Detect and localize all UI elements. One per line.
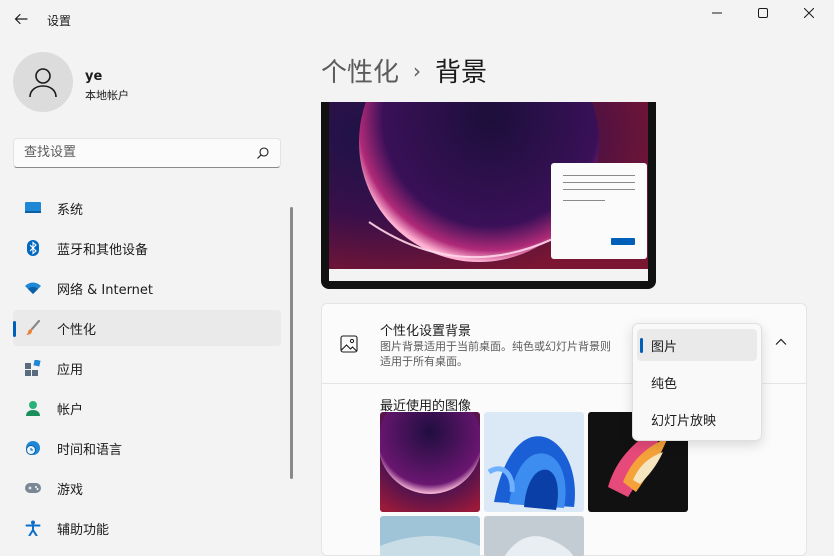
minimize-icon — [712, 12, 722, 14]
sidebar-item-label: 游戏 — [57, 482, 84, 498]
sidebar-item-label: 辅助功能 — [57, 522, 110, 538]
search-input[interactable] — [24, 145, 244, 160]
title-bar: 设置 — [0, 0, 834, 40]
background-type-dropdown[interactable]: 图片 纯色 幻灯片放映 — [632, 323, 762, 441]
recent-image-thumbnail[interactable] — [484, 516, 584, 556]
account-icon — [25, 400, 41, 416]
breadcrumb-separator: › — [413, 58, 422, 83]
sidebar-item-accounts[interactable]: 帐户 — [13, 390, 281, 426]
sidebar-item-personalization[interactable]: 个性化 — [13, 310, 281, 346]
chevron-up-icon[interactable] — [774, 337, 788, 347]
account-type: 本地帐户 — [85, 89, 129, 102]
apps-icon — [25, 360, 41, 376]
sidebar-item-network[interactable]: 网络 & Internet — [13, 270, 281, 306]
recent-image-thumbnail[interactable] — [484, 412, 584, 512]
sidebar-scrollbar[interactable] — [290, 207, 293, 479]
dropdown-option-slideshow[interactable]: 幻灯片放映 — [637, 403, 757, 435]
sidebar-nav: 系统 蓝牙和其他设备 网络 & Internet 个性化 应用 帐户 时间和语言… — [13, 190, 281, 550]
gamepad-icon — [25, 480, 41, 496]
sidebar-item-label: 帐户 — [57, 402, 84, 418]
recent-image-thumbnail[interactable] — [380, 412, 480, 512]
breadcrumb-parent[interactable]: 个性化 — [321, 52, 399, 89]
sidebar-item-label: 网络 & Internet — [57, 282, 154, 298]
preview-window-button — [611, 238, 635, 245]
page-title: 背景 — [435, 58, 488, 88]
close-icon — [804, 8, 814, 18]
search-icon[interactable] — [256, 146, 270, 160]
preview-taskbar — [329, 269, 648, 281]
accessibility-icon — [25, 520, 41, 536]
back-arrow-icon — [14, 13, 28, 25]
sidebar-item-system[interactable]: 系统 — [13, 190, 281, 226]
card-description: 图片背景适用于当前桌面。纯色或幻灯片背景则适用于所有桌面。 — [380, 340, 611, 368]
person-icon — [29, 68, 57, 98]
breadcrumb: 个性化 › 背景 — [321, 52, 487, 89]
preview-window — [551, 163, 647, 259]
app-title: 设置 — [47, 14, 72, 28]
dropdown-option-solid-color[interactable]: 纯色 — [637, 366, 757, 398]
sidebar-item-label: 系统 — [57, 202, 84, 218]
sidebar-item-time-language[interactable]: 时间和语言 — [13, 430, 281, 466]
desktop-preview — [321, 102, 656, 289]
avatar[interactable] — [13, 52, 73, 112]
card-title: 个性化设置背景 — [380, 324, 472, 339]
maximize-button[interactable] — [740, 0, 786, 26]
back-button[interactable] — [8, 6, 34, 32]
sidebar-item-accessibility[interactable]: 辅助功能 — [13, 510, 281, 546]
image-icon — [340, 335, 358, 353]
user-name: ye — [85, 69, 103, 84]
wifi-icon — [25, 280, 41, 296]
sidebar-item-label: 时间和语言 — [57, 442, 123, 458]
sidebar-item-gaming[interactable]: 游戏 — [13, 470, 281, 506]
maximize-icon — [758, 8, 768, 18]
close-button[interactable] — [786, 0, 832, 26]
sidebar-item-label: 蓝牙和其他设备 — [57, 242, 149, 258]
bluetooth-icon — [25, 240, 41, 256]
recent-image-thumbnail[interactable] — [380, 516, 480, 556]
system-icon — [25, 200, 41, 216]
brush-icon — [25, 320, 41, 336]
preview-wallpaper — [329, 102, 648, 269]
minimize-button[interactable] — [694, 0, 740, 26]
dropdown-option-picture[interactable]: 图片 — [637, 329, 757, 361]
sidebar-item-bluetooth[interactable]: 蓝牙和其他设备 — [13, 230, 281, 266]
time-language-icon — [25, 440, 41, 456]
sidebar-item-apps[interactable]: 应用 — [13, 350, 281, 386]
search-box[interactable] — [13, 138, 281, 168]
sidebar-item-label: 个性化 — [57, 322, 97, 338]
sidebar-item-label: 应用 — [57, 362, 84, 378]
